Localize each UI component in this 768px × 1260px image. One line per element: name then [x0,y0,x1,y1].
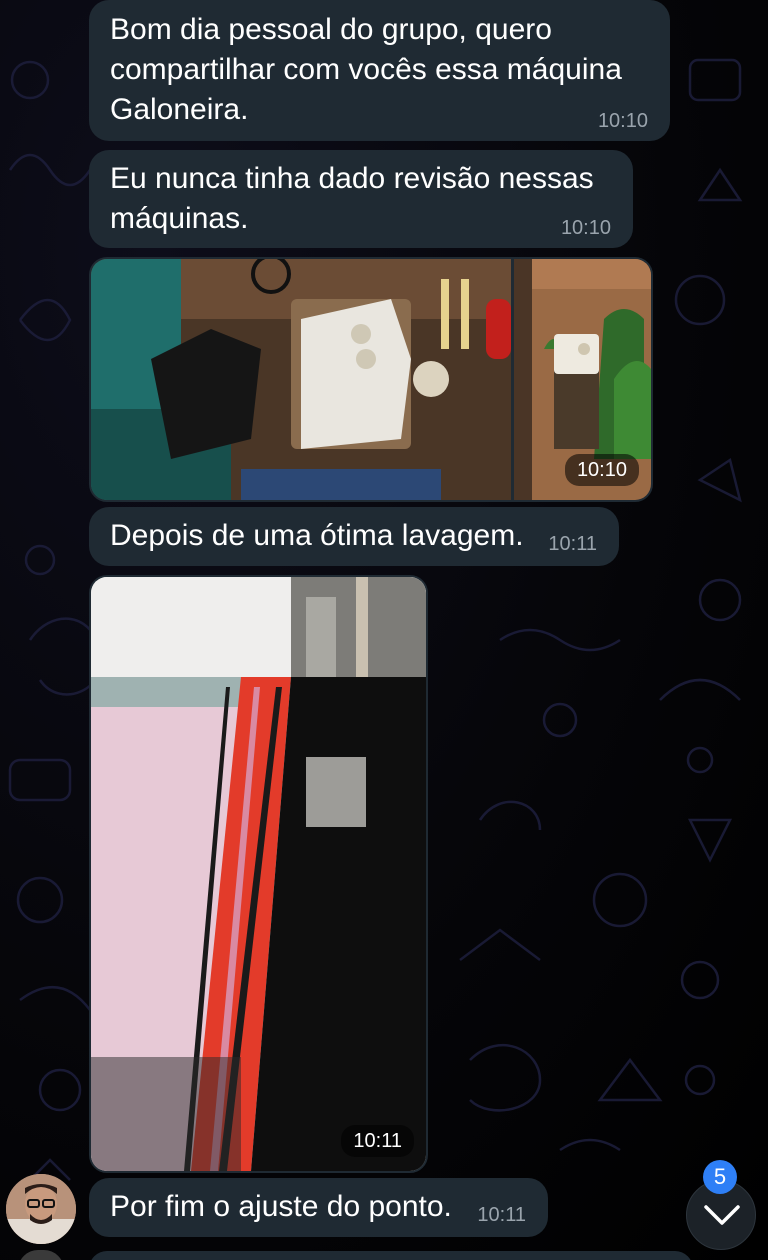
photo-message[interactable]: 10:11 [89,575,428,1173]
next-message-bubble[interactable] [89,1251,693,1260]
message-time: 10:10 [564,454,639,486]
message-text: Eu nunca tinha dado revisão nessas máqui… [110,162,594,235]
message-bubble[interactable]: Eu nunca tinha dado revisão nessas máqui… [89,150,633,248]
message-text: Bom dia pessoal do grupo, quero comparti… [110,13,622,126]
chevron-down-icon [704,1205,740,1225]
sewing-machines-workshop-photo[interactable] [91,259,511,500]
message-text: Depois de uma ótima lavagem. [110,519,524,552]
message-bubble[interactable]: Por fim o ajuste do ponto. 10:11 [89,1178,548,1237]
message-time: 10:11 [477,1204,526,1226]
message-bubble[interactable]: Depois de uma ótima lavagem. 10:11 [89,507,619,566]
message-time: 10:11 [341,1125,414,1157]
sender-avatar[interactable] [6,1174,76,1244]
message-time: 10:10 [560,217,611,239]
unread-count-badge: 5 [703,1160,737,1194]
chat-view[interactable]: Bom dia pessoal do grupo, quero comparti… [0,0,768,1260]
message-text: Por fim o ajuste do ponto. [110,1190,452,1223]
fabric-seam-closeup-photo[interactable]: 10:11 [91,577,426,1171]
message-time: 10:11 [548,533,597,555]
message-time: 10:10 [597,110,648,132]
photo-album[interactable]: 10:10 [89,257,653,502]
machine-on-tree-stump-photo[interactable]: 10:10 [514,259,651,500]
message-bubble[interactable]: Bom dia pessoal do grupo, quero comparti… [89,0,670,141]
